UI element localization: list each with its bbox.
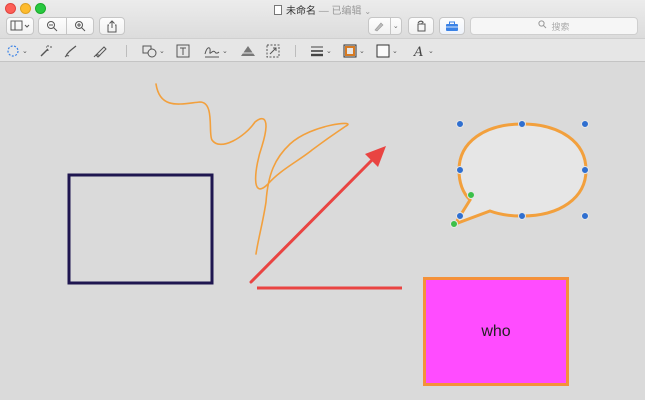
selection-icon (7, 45, 19, 57)
fill-color-icon (376, 44, 390, 58)
zoom-out-button[interactable] (39, 20, 66, 32)
fill-color-tool[interactable]: ⌄ (376, 43, 398, 59)
instant-alpha-tool[interactable] (38, 43, 52, 59)
search-icon (538, 20, 547, 32)
adjust-size-tool[interactable] (266, 43, 280, 59)
markup-toolbar: ⌄ ⌄ ⌄ ⌄ ⌄ ⌄ A ⌄ (0, 38, 645, 62)
zoom-segment (38, 17, 94, 35)
document-name: 未命名 (285, 6, 316, 17)
selection-tool[interactable]: ⌄ (6, 43, 28, 59)
resize-icon (266, 44, 280, 58)
document-icon (273, 5, 282, 15)
share-icon (107, 19, 117, 32)
chevron-down-icon: ⌄ (364, 7, 372, 16)
chevron-down-icon: ⌄ (159, 48, 165, 55)
draw-tool[interactable] (93, 43, 109, 59)
title-separator: — (318, 6, 329, 17)
markup-toolbox-button[interactable] (439, 17, 465, 35)
text-style-tool[interactable]: A ⌄ (412, 43, 434, 59)
chevron-down-icon: ⌄ (222, 48, 228, 55)
highlight-segment: ⌄ (368, 17, 402, 35)
sidebar-icon (10, 20, 30, 31)
shapes-icon (142, 45, 157, 58)
search-field[interactable]: 搜索 (470, 17, 638, 35)
toolbox-icon (446, 21, 458, 31)
line-style-icon (311, 46, 323, 57)
highlight-dropdown[interactable]: ⌄ (391, 22, 401, 30)
border-color-icon (343, 44, 357, 58)
zoom-in-icon (74, 21, 86, 32)
chevron-down-icon: ⌄ (326, 48, 332, 55)
shape-style-tool[interactable]: ⌄ (310, 43, 332, 59)
chevron-down-icon: ⌄ (392, 23, 399, 30)
window-title[interactable]: 未命名 — 已编辑 ⌄ (0, 2, 645, 17)
text-icon (176, 44, 190, 58)
magic-wand-icon (40, 45, 52, 57)
search-placeholder: 搜索 (551, 22, 570, 33)
draw-icon (93, 46, 107, 58)
border-color-tool[interactable]: ⌄ (343, 43, 365, 59)
chevron-down-icon: ⌄ (359, 48, 365, 55)
freehand-squiggle[interactable] (155, 83, 349, 255)
text-box-content[interactable]: who (481, 323, 510, 341)
chevron-down-icon: ⌄ (22, 48, 28, 55)
sketch-tool[interactable] (64, 43, 78, 59)
chevron-down-icon: ⌄ (392, 48, 398, 55)
svg-text:A: A (413, 45, 423, 58)
rotate-button[interactable] (408, 17, 434, 35)
font-icon: A (413, 45, 423, 58)
zoom-in-button[interactable] (67, 20, 94, 32)
title-bar: 未命名 — 已编辑 ⌄ ⌄ 搜索 (0, 0, 645, 38)
signature-icon (204, 47, 220, 58)
sidebar-toggle-button[interactable] (6, 17, 34, 35)
adjust-color-tool[interactable] (240, 43, 256, 59)
chevron-down-icon: ⌄ (428, 48, 434, 55)
text-tool[interactable] (176, 43, 190, 59)
toolbar-separator (126, 45, 127, 57)
zoom-out-icon (47, 21, 58, 32)
rotate-icon (417, 20, 426, 32)
rectangle-shape[interactable] (67, 173, 214, 285)
speech-bubble-shape[interactable] (451, 122, 588, 227)
highlight-button[interactable] (369, 20, 390, 32)
toolbar-separator (295, 45, 296, 57)
edited-status: 已编辑 (331, 6, 362, 17)
document-canvas[interactable]: who (0, 62, 645, 400)
sign-tool[interactable]: ⌄ (204, 43, 228, 59)
text-box-shape[interactable]: who (423, 277, 569, 386)
share-button[interactable] (99, 17, 125, 35)
shapes-tool[interactable]: ⌄ (142, 43, 165, 59)
highlighter-icon (374, 22, 384, 32)
adjust-color-icon (241, 46, 255, 56)
sketch-icon (64, 45, 77, 58)
